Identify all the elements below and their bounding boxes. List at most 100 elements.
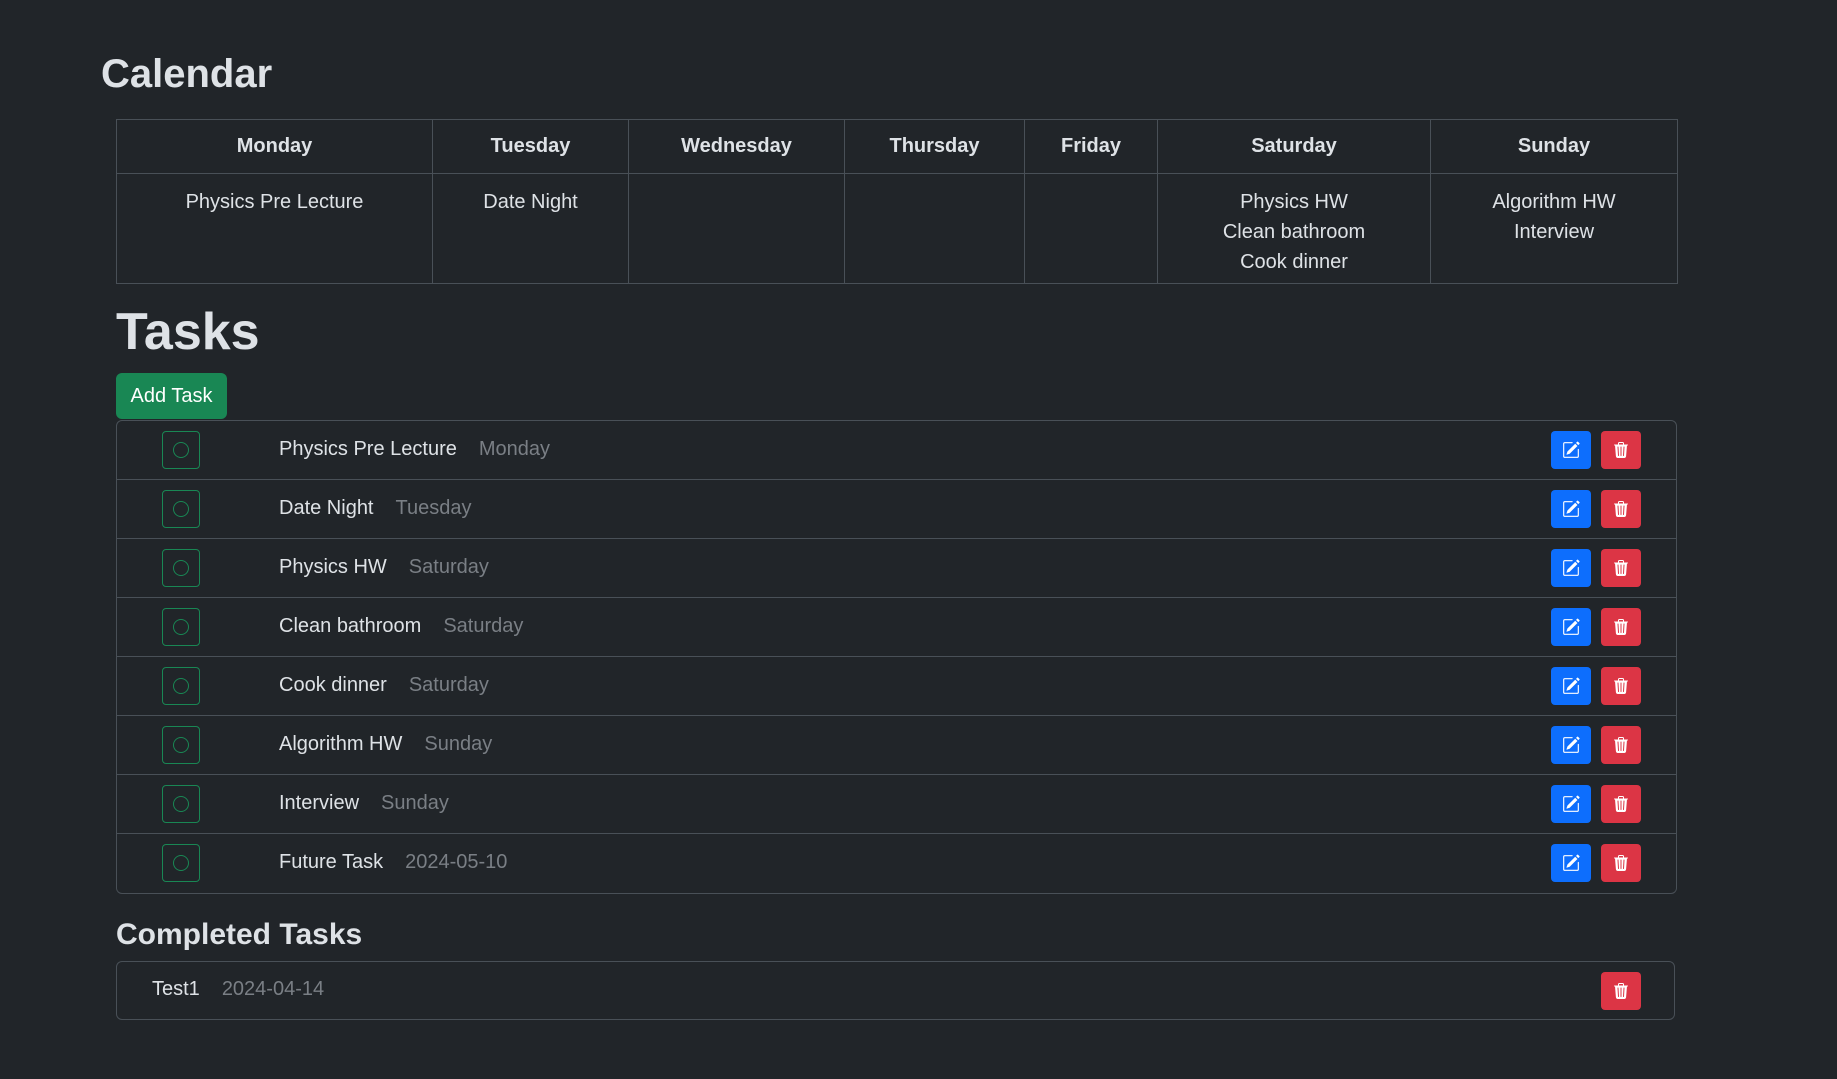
task-row: Interview Sunday: [117, 775, 1676, 834]
pencil-square-icon: [1563, 500, 1580, 517]
task-row: Cook dinner Saturday: [117, 657, 1676, 716]
circle-icon: [173, 560, 189, 576]
complete-task-checkbox[interactable]: [162, 490, 200, 528]
completed-task-date: 2024-04-14: [221, 978, 325, 1000]
pencil-square-icon: [1563, 618, 1580, 635]
calendar-event: Interview: [1513, 221, 1595, 243]
task-row: Algorithm HW Sunday: [117, 716, 1676, 775]
calendar-day-cell: Physics HW Clean bathroom Cook dinner: [1157, 173, 1431, 284]
calendar-event: Clean bathroom: [1222, 221, 1366, 243]
circle-icon: [173, 619, 189, 635]
task-day: Sunday: [424, 733, 493, 755]
delete-completed-task-button[interactable]: [1601, 972, 1641, 1010]
calendar-event: Physics HW: [1240, 191, 1348, 213]
task-day: Monday: [478, 438, 551, 460]
task-name: Algorithm HW: [279, 733, 403, 755]
task-name: Date Night: [279, 497, 374, 519]
circle-icon: [173, 501, 189, 517]
delete-task-button[interactable]: [1601, 490, 1641, 528]
calendar-events-row: Physics Pre Lecture Date Night Physics H…: [116, 173, 1678, 284]
task-row: Physics HW Saturday: [117, 539, 1676, 598]
circle-icon: [173, 678, 189, 694]
circle-icon: [173, 737, 189, 753]
edit-task-button[interactable]: [1551, 608, 1591, 646]
complete-task-checkbox[interactable]: [162, 431, 200, 469]
completed-task-list: Test1 2024-04-14: [116, 961, 1675, 1020]
trash-icon: [1614, 737, 1628, 753]
task-day: Sunday: [381, 792, 449, 814]
task-list: Physics Pre Lecture Monday Date Night Tues…: [116, 420, 1677, 894]
pencil-square-icon: [1563, 854, 1580, 871]
task-row: Clean bathroom Saturday: [117, 598, 1676, 657]
complete-task-checkbox[interactable]: [162, 667, 200, 705]
pencil-square-icon: [1563, 795, 1580, 812]
calendar-header-row: Monday Tuesday Wednesday Thursday Friday…: [116, 119, 1678, 174]
calendar-day-header: Monday: [116, 119, 433, 174]
trash-icon: [1614, 855, 1628, 871]
task-row: Physics Pre Lecture Monday: [117, 421, 1676, 480]
completed-task-row: Test1 2024-04-14: [117, 962, 1674, 1019]
task-day: Saturday: [408, 674, 489, 696]
circle-icon: [173, 442, 189, 458]
pencil-square-icon: [1563, 736, 1580, 753]
task-day: 2024-05-10: [405, 851, 508, 873]
complete-task-checkbox[interactable]: [162, 785, 200, 823]
task-name: Cook dinner: [279, 674, 387, 696]
calendar-day-cell: Algorithm HW Interview: [1430, 173, 1678, 284]
trash-icon: [1614, 619, 1628, 635]
edit-task-button[interactable]: [1551, 431, 1591, 469]
pencil-square-icon: [1563, 677, 1580, 694]
trash-icon: [1614, 560, 1628, 576]
pencil-square-icon: [1563, 559, 1580, 576]
task-day: Saturday: [408, 556, 489, 578]
edit-task-button[interactable]: [1551, 726, 1591, 764]
trash-icon: [1614, 678, 1628, 694]
task-row: Future Task 2024-05-10: [117, 834, 1676, 893]
completed-task-name: Test1: [152, 978, 200, 1000]
page: Calendar Monday Tuesday Wednesday Thursd…: [0, 0, 1837, 1079]
trash-icon: [1614, 442, 1628, 458]
calendar-day-header: Saturday: [1157, 119, 1431, 174]
delete-task-button[interactable]: [1601, 431, 1641, 469]
trash-icon: [1614, 983, 1628, 999]
calendar-day-header: Wednesday: [628, 119, 845, 174]
calendar-event: Physics Pre Lecture: [185, 191, 364, 213]
task-row: Date Night Tuesday: [117, 480, 1676, 539]
delete-task-button[interactable]: [1601, 667, 1641, 705]
edit-task-button[interactable]: [1551, 785, 1591, 823]
task-name: Physics HW: [279, 556, 387, 578]
complete-task-checkbox[interactable]: [162, 844, 200, 882]
tasks-title: Tasks: [116, 303, 260, 361]
edit-task-button[interactable]: [1551, 844, 1591, 882]
complete-task-checkbox[interactable]: [162, 608, 200, 646]
circle-icon: [173, 796, 189, 812]
calendar-day-header: Thursday: [844, 119, 1025, 174]
delete-task-button[interactable]: [1601, 608, 1641, 646]
delete-task-button[interactable]: [1601, 549, 1641, 587]
calendar-day-cell: [1024, 173, 1158, 284]
calendar-table: Monday Tuesday Wednesday Thursday Friday…: [116, 119, 1678, 284]
delete-task-button[interactable]: [1601, 726, 1641, 764]
calendar-event: Algorithm HW: [1492, 191, 1616, 213]
calendar-day-cell: [844, 173, 1025, 284]
complete-task-checkbox[interactable]: [162, 549, 200, 587]
delete-task-button[interactable]: [1601, 844, 1641, 882]
edit-task-button[interactable]: [1551, 549, 1591, 587]
trash-icon: [1614, 796, 1628, 812]
calendar-event: Cook dinner: [1240, 251, 1348, 273]
complete-task-checkbox[interactable]: [162, 726, 200, 764]
task-name: Clean bathroom: [279, 615, 422, 637]
task-day: Tuesday: [395, 497, 472, 519]
calendar-day-header: Friday: [1024, 119, 1158, 174]
task-day: Saturday: [443, 615, 524, 637]
delete-task-button[interactable]: [1601, 785, 1641, 823]
calendar-event: Date Night: [483, 191, 578, 213]
calendar-title: Calendar: [101, 52, 273, 96]
circle-icon: [173, 855, 189, 871]
calendar-day-header: Tuesday: [432, 119, 629, 174]
edit-task-button[interactable]: [1551, 490, 1591, 528]
edit-task-button[interactable]: [1551, 667, 1591, 705]
task-name: Physics Pre Lecture: [279, 438, 457, 460]
add-task-button[interactable]: Add Task: [116, 373, 227, 419]
calendar-day-cell: Physics Pre Lecture: [116, 173, 433, 284]
